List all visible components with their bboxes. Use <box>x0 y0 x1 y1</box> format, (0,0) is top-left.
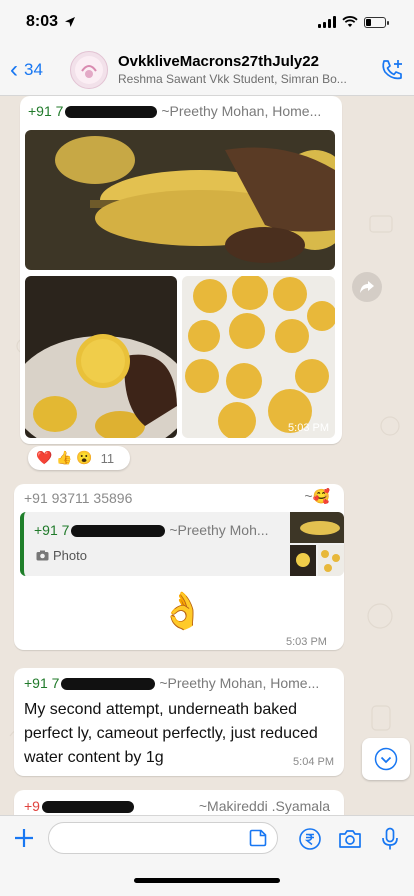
redacted-number <box>65 106 158 119</box>
quoted-type: Photo <box>36 548 87 563</box>
reaction-surprised: 😮 <box>76 450 93 465</box>
message-photo-album[interactable]: +91 7 ~Preethy Mohan, Home... 5:03 PM <box>20 96 342 444</box>
unread-count: 34 <box>24 59 43 79</box>
status-left: 8:03 <box>26 13 76 31</box>
status-time: 8:03 <box>26 13 59 30</box>
home-indicator <box>134 878 280 883</box>
photo-macaron-shells[interactable]: 5:03 PM <box>182 276 335 438</box>
battery-icon <box>364 16 389 28</box>
composer-bar <box>0 815 414 896</box>
photo-macaron-closeup[interactable] <box>25 130 335 270</box>
message-text[interactable]: +91 7 ~Preethy Mohan, Home... My second … <box>14 668 344 776</box>
message-sender[interactable]: +91 7 ~Preethy Mohan, Home... <box>28 103 321 119</box>
message-sender[interactable]: +91 7 ~Preethy Mohan, Home... <box>24 675 319 691</box>
forward-icon <box>360 281 374 293</box>
message-time: 5:03 PM <box>288 422 329 434</box>
sender-tag: ~Makireddi .Syamala <box>198 798 330 814</box>
plus-icon <box>15 829 33 847</box>
reaction-heart: ❤️ <box>36 450 53 465</box>
message-body: My second attempt, underneath baked perf… <box>24 701 318 766</box>
quoted-thumbnails <box>290 512 344 576</box>
message-sender[interactable]: +9 <box>24 798 134 814</box>
sticker-icon <box>249 829 267 847</box>
quoted-message[interactable]: +91 7 ~Preethy Moh... Photo <box>20 512 344 576</box>
back-button[interactable]: ‹ 34 <box>10 55 70 83</box>
payment-button[interactable] <box>296 826 324 852</box>
chevron-left-icon: ‹ <box>10 55 18 83</box>
wifi-icon <box>342 16 358 27</box>
photo-macaron-held[interactable] <box>25 276 177 438</box>
reaction-bar[interactable]: ❤️ 👍 😮 11 <box>28 446 130 470</box>
message-sender[interactable]: +91 93711 35896 <box>24 490 132 506</box>
forward-button[interactable] <box>352 272 382 302</box>
camera-icon <box>339 830 361 848</box>
chat-title-block[interactable]: OvkkliveMacrons27thJuly22 Reshma Sawant … <box>118 53 370 86</box>
camera-button[interactable] <box>336 826 364 852</box>
status-right <box>318 16 389 28</box>
location-arrow-icon <box>65 17 76 27</box>
sticker-button[interactable] <box>249 829 267 847</box>
chat-title: OvkkliveMacrons27thJuly22 <box>118 53 319 70</box>
microphone-icon <box>382 827 398 850</box>
chat-area[interactable]: +91 7 ~Preethy Mohan, Home... 5:03 PM ❤️… <box>0 96 414 815</box>
message-time: 5:03 PM <box>286 636 327 648</box>
voice-button[interactable] <box>376 826 404 852</box>
add-participant-call-button[interactable] <box>370 58 414 82</box>
message-input-field[interactable] <box>48 822 278 855</box>
sender-tag: ~🥰 <box>304 488 330 504</box>
chat-header: ‹ 34 OvkkliveMacrons27thJuly22 Reshma Sa… <box>0 44 414 96</box>
reaction-thumbs-up: 👍 <box>56 450 73 465</box>
message-input[interactable] <box>61 823 255 855</box>
add-participant-call-icon <box>382 59 402 79</box>
group-avatar[interactable] <box>70 50 108 89</box>
rupee-payment-icon <box>299 828 321 850</box>
ok-hand-emoji: 👌 <box>160 590 205 631</box>
message-partial[interactable]: +9 ~Makireddi .Syamala <box>14 790 344 815</box>
chevron-down-icon <box>374 747 398 771</box>
camera-icon <box>36 550 49 561</box>
reaction-count: 11 <box>100 450 115 466</box>
quoted-sender: +91 7 ~Preethy Moh... <box>34 522 269 538</box>
status-bar: 8:03 <box>0 0 414 44</box>
signal-icon <box>318 16 336 28</box>
attach-button[interactable] <box>12 826 36 850</box>
chat-participants: Reshma Sawant Vkk Student, Simran Bo... <box>118 72 347 86</box>
scroll-to-bottom-button[interactable] <box>362 738 410 780</box>
avatar-logo <box>75 55 103 84</box>
message-time: 5:04 PM <box>293 756 334 768</box>
